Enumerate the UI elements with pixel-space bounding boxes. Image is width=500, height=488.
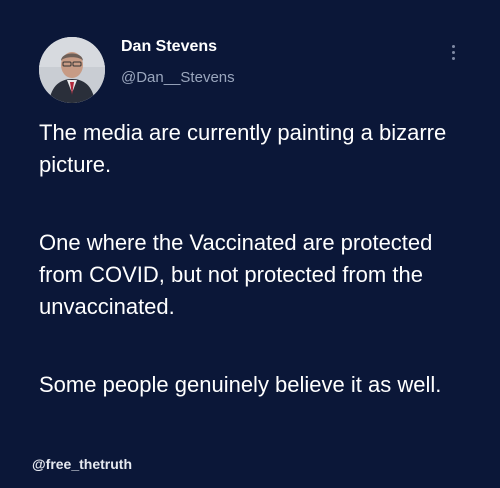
author-name[interactable]: Dan Stevens — [121, 38, 217, 56]
tweet-card: Dan Stevens @Dan__Stevens The media are … — [0, 0, 500, 488]
author-handle[interactable]: @Dan__Stevens — [121, 69, 235, 86]
avatar[interactable] — [39, 37, 105, 103]
tweet-text-paragraph-2: One where the Vaccinated are protected f… — [39, 230, 433, 319]
more-vertical-icon[interactable] — [444, 40, 464, 64]
watermark-handle: @free_thetruth — [32, 456, 132, 472]
tweet-text-paragraph-3: Some people genuinely believe it as well… — [39, 372, 442, 397]
tweet-text-paragraph-1: The media are currently painting a bizar… — [39, 120, 447, 177]
